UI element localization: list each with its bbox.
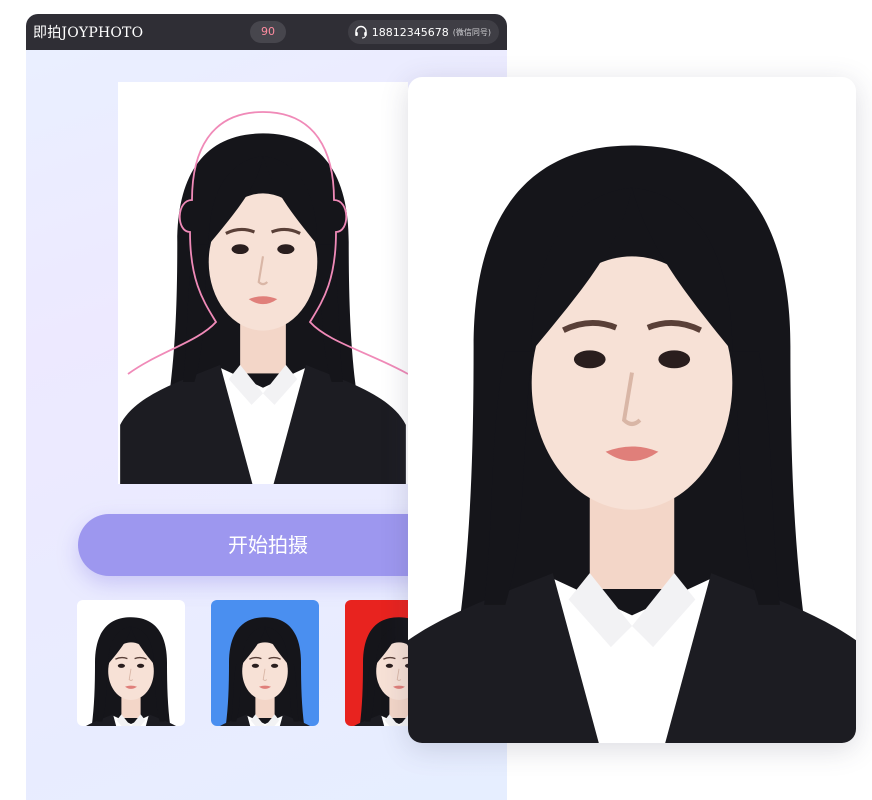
camera-preview <box>118 82 408 484</box>
hotline-pill[interactable]: 18812345678 (微信同号) <box>347 20 499 44</box>
hotline-note: (微信同号) <box>452 27 491 37</box>
thumbnail-white-background[interactable] <box>77 600 185 726</box>
result-portrait <box>408 77 856 743</box>
top-bar: 即拍JOYPHOTO 90 18812345678 (微信同号) <box>26 14 507 50</box>
countdown-badge: 90 <box>250 21 286 43</box>
brand-logo: 即拍JOYPHOTO <box>33 25 144 41</box>
result-photo-card <box>408 77 856 743</box>
hotline-number: 18812345678 <box>371 25 449 39</box>
start-shooting-button[interactable]: 开始拍摄 <box>78 514 458 576</box>
preview-portrait <box>118 111 408 484</box>
headset-icon <box>354 25 368 39</box>
thumbnail-blue-background[interactable] <box>211 600 319 726</box>
